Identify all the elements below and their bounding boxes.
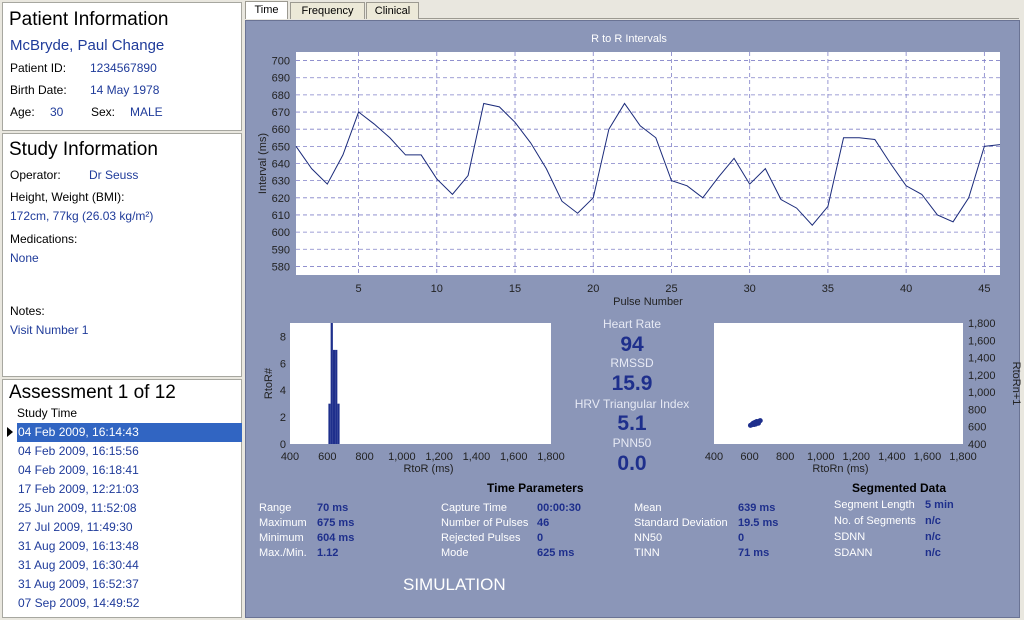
param-label: Max./Min. [259,547,307,559]
param-value: 19.5 ms [738,517,779,529]
age-value: 30 [50,105,64,119]
birth-date-value: 14 May 1978 [90,83,160,97]
notes-label: Notes: [10,304,45,318]
param-label: Mean [634,502,662,514]
tab-time[interactable]: Time [245,1,288,19]
height-weight-value: 172cm, 77kg (26.03 kg/m²) [10,209,154,223]
assessment-panel: Assessment 1 of 12 Study Time 04 Feb 200… [2,379,242,618]
tab-strip-line [419,18,1019,19]
sex-label: Sex: [91,105,116,119]
segmented-data-title: Segmented Data [852,481,947,495]
patient-panel: Patient Information McBryde, Paul Change… [2,2,242,131]
assessment-item[interactable]: 17 Feb 2009, 12:21:03 [18,480,242,499]
assessment-item[interactable]: 04 Feb 2009, 16:15:56 [18,442,242,461]
param-value: 71 ms [738,547,770,559]
patient-id-value: 1234567890 [90,61,157,75]
assessment-item[interactable]: 27 Jul 2009, 11:49:30 [18,518,242,537]
sex-value: MALE [130,105,163,119]
operator-value: Dr Seuss [89,168,139,182]
param-label: Capture Time [441,502,508,514]
segment-value: n/c [925,515,941,527]
param-value: 675 ms [317,517,355,529]
param-label: Mode [441,547,469,559]
assessment-item[interactable]: 31 Aug 2009, 16:52:37 [18,575,242,594]
param-value: 46 [537,517,550,529]
simulation-label: SIMULATION [403,575,506,594]
birth-date-label: Birth Date: [10,83,67,97]
study-panel: Study Information Operator: Dr Seuss Hei… [2,133,242,377]
segment-label: SDNN [834,531,866,543]
heart-rate-label: Heart Rate [602,317,662,331]
param-label: TINN [634,547,660,559]
param-value: 0 [738,532,745,544]
segment-label: Segment Length [834,499,915,511]
height-weight-label: Height, Weight (BMI): [10,190,125,204]
hrv-index-value: 5.1 [617,412,647,435]
assessment-item[interactable]: 04 Feb 2009, 16:18:41 [18,461,242,480]
param-label: Range [259,502,292,514]
assessment-item[interactable]: 31 Aug 2009, 16:13:48 [18,537,242,556]
assessment-title: Assessment 1 of 12 [9,382,176,403]
time-parameters-title: Time Parameters [487,481,584,495]
param-label: NN50 [634,532,663,544]
param-value: 1.12 [317,547,339,559]
medications-value: None [10,251,39,265]
param-value: 0 [537,532,544,544]
hrv-index-label: HRV Triangular Index [574,397,690,411]
segment-value: n/c [925,547,941,559]
assessment-item[interactable]: 25 Jun 2009, 11:52:08 [18,499,242,518]
pnn50-value: 0.0 [617,452,647,475]
pnn50-label: PNN50 [612,436,652,450]
param-label: Number of Pulses [441,517,529,529]
selected-row-arrow-icon [7,427,13,437]
segment-label: No. of Segments [834,515,916,527]
patient-name: McBryde, Paul Change [10,37,165,54]
heart-rate-value: 94 [620,333,644,356]
assessment-item[interactable]: 04 Feb 2009, 16:14:43 [17,423,242,442]
param-label: Rejected Pulses [441,532,521,544]
rmssd-label: RMSSD [610,356,654,370]
param-label: Standard Deviation [634,517,728,529]
assessment-item[interactable]: 31 Aug 2009, 16:30:44 [18,556,242,575]
param-value: 00:00:30 [537,502,582,514]
notes-value: Visit Number 1 [10,323,89,337]
segment-label: SDANN [834,547,873,559]
param-value: 70 ms [317,502,349,514]
param-label: Maximum [259,517,307,529]
rmssd-value: 15.9 [611,372,653,395]
assessment-item[interactable]: 07 Sep 2009, 14:49:52 [18,594,242,613]
age-label: Age: [10,105,35,119]
patient-title: Patient Information [9,9,169,30]
param-value: 639 ms [738,502,776,514]
patient-id-label: Patient ID: [10,61,67,75]
study-time-header: Study Time [17,406,78,420]
segment-value: 5 min [925,499,954,511]
tab-frequency[interactable]: Frequency [290,2,365,19]
param-label: Minimum [259,532,304,544]
study-title: Study Information [9,139,158,160]
operator-label: Operator: [10,168,61,182]
param-value: 625 ms [537,547,575,559]
param-value: 604 ms [317,532,355,544]
medications-label: Medications: [10,232,78,246]
tab-clinical[interactable]: Clinical [366,2,419,19]
segment-value: n/c [925,531,941,543]
